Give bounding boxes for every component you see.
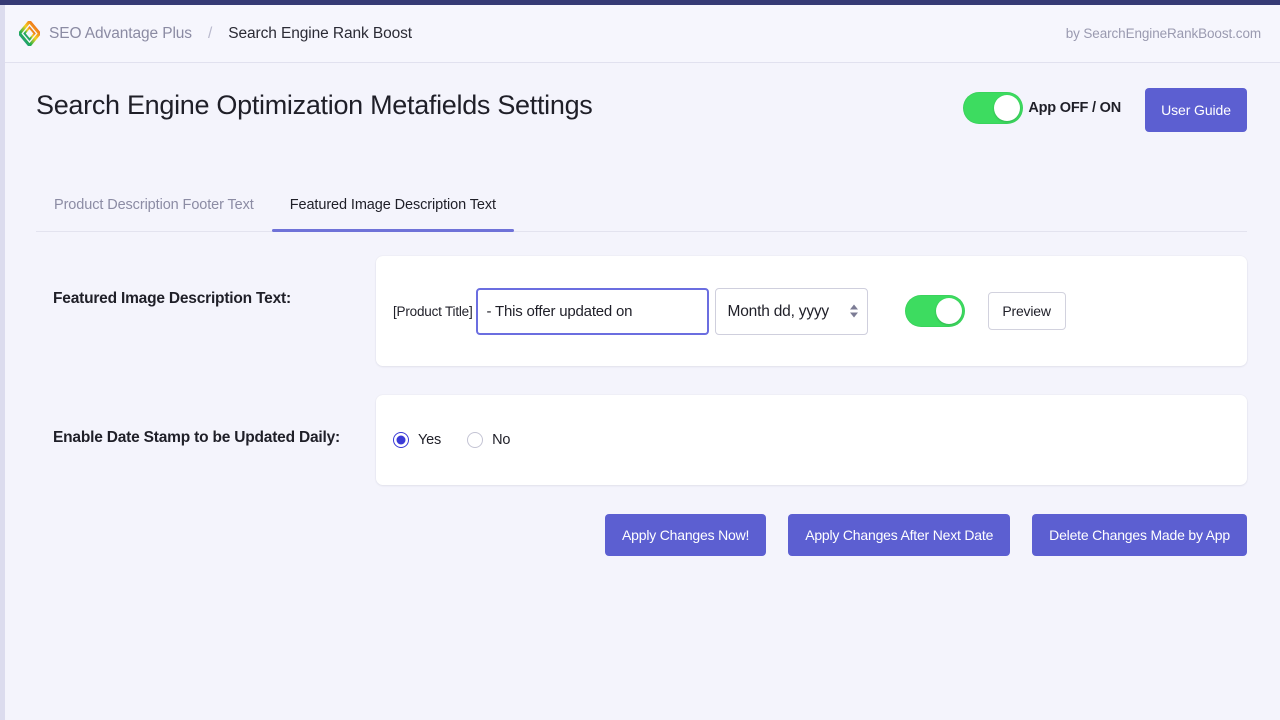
left-edge-strip (0, 5, 5, 720)
toggle-knob (994, 95, 1020, 121)
topbar: SEO Advantage Plus / Search Engine Rank … (5, 5, 1280, 63)
radio-label-no: No (492, 432, 510, 448)
byline: by SearchEngineRankBoost.com (1066, 26, 1261, 41)
breadcrumb-brand[interactable]: SEO Advantage Plus (49, 25, 192, 43)
tab-bar: Product Description Footer Text Featured… (36, 178, 1247, 232)
date-stamp-daily-section: Enable Date Stamp to be Updated Daily: Y… (36, 395, 1247, 485)
action-button-row: Apply Changes Now! Apply Changes After N… (36, 514, 1247, 556)
tab-product-description-footer-text[interactable]: Product Description Footer Text (36, 178, 272, 231)
breadcrumb: SEO Advantage Plus / Search Engine Rank … (19, 21, 412, 46)
radio-option-no[interactable]: No (467, 432, 510, 448)
featured-image-description-section: Featured Image Description Text: [Produc… (36, 256, 1247, 366)
app-toggle-group: App OFF / ON (963, 92, 1121, 124)
preview-toggle-knob (936, 298, 962, 324)
date-format-select-wrapper: Month dd, yyyy (715, 288, 868, 335)
date-stamp-section-card: Yes No (376, 395, 1247, 485)
featured-description-input[interactable] (476, 288, 709, 335)
apply-changes-after-next-date-button[interactable]: Apply Changes After Next Date (788, 514, 1010, 556)
radio-dot-no[interactable] (467, 432, 483, 448)
featured-section-card: [Product Title] Month dd, yyyy Preview (376, 256, 1247, 366)
date-format-select[interactable]: Month dd, yyyy (715, 288, 868, 335)
radio-label-yes: Yes (418, 432, 441, 448)
app-toggle-label: App OFF / ON (1028, 100, 1121, 116)
page-title: Search Engine Optimization Metafields Se… (36, 90, 593, 121)
radio-option-yes[interactable]: Yes (393, 432, 441, 448)
product-title-token: [Product Title] (393, 304, 473, 319)
date-stamp-section-label: Enable Date Stamp to be Updated Daily: (53, 429, 340, 447)
radio-dot-yes[interactable] (393, 432, 409, 448)
app-on-off-toggle[interactable] (963, 92, 1023, 124)
delete-changes-made-by-app-button[interactable]: Delete Changes Made by App (1032, 514, 1247, 556)
tab-featured-image-description-text[interactable]: Featured Image Description Text (272, 178, 514, 231)
featured-section-label: Featured Image Description Text: (53, 290, 291, 308)
rainbow-diamond-logo-icon (19, 21, 40, 46)
user-guide-button[interactable]: User Guide (1145, 88, 1247, 132)
breadcrumb-current-page: Search Engine Rank Boost (228, 25, 412, 43)
preview-button[interactable]: Preview (988, 292, 1066, 330)
page-heading-row: Search Engine Optimization Metafields Se… (36, 78, 1247, 144)
apply-changes-now-button[interactable]: Apply Changes Now! (605, 514, 766, 556)
breadcrumb-separator: / (208, 25, 212, 43)
date-stamp-radio-group: Yes No (393, 432, 510, 448)
preview-toggle[interactable] (905, 295, 965, 327)
